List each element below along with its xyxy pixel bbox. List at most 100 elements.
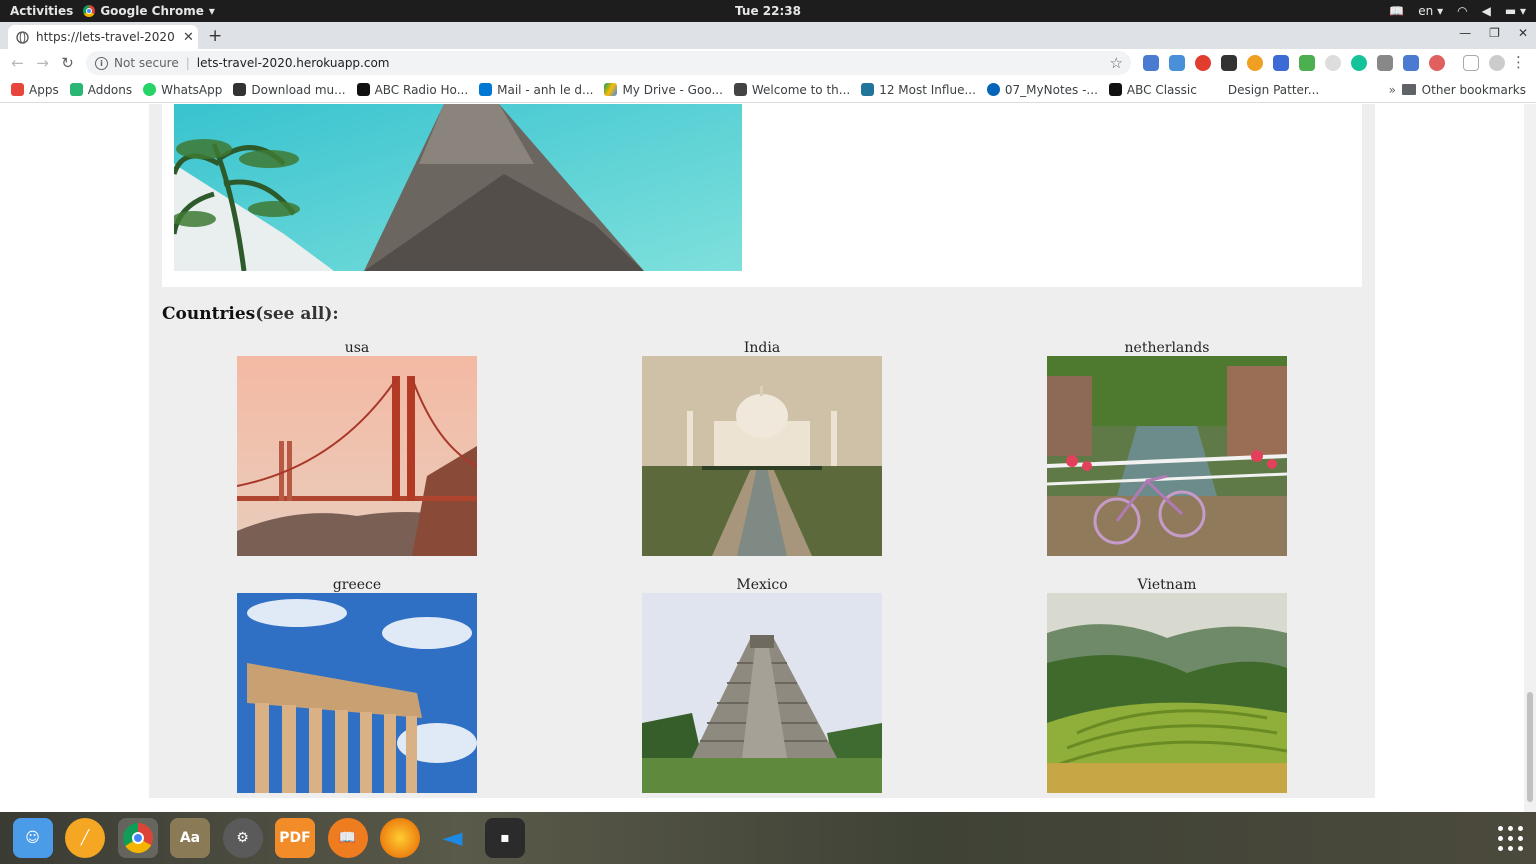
- bookmark-whatsapp[interactable]: WhatsApp: [143, 83, 222, 97]
- rice-terraces-image: [1047, 593, 1287, 793]
- country-image-mexico[interactable]: [642, 593, 882, 793]
- sublime-icon[interactable]: ╱: [65, 818, 105, 858]
- outlook-icon: [479, 83, 493, 96]
- close-window-button[interactable]: ✕: [1518, 26, 1528, 40]
- shield-icon[interactable]: [1221, 55, 1237, 71]
- activities-button[interactable]: Activities: [0, 4, 83, 18]
- wifi-icon: ◠: [1457, 4, 1468, 18]
- country-image-vietnam[interactable]: [1047, 593, 1287, 793]
- bookmark-label: Welcome to th...: [751, 82, 851, 97]
- country-card[interactable]: usa: [237, 340, 477, 556]
- finder-icon[interactable]: ☺: [12, 818, 53, 858]
- country-name[interactable]: usa: [237, 340, 477, 356]
- country-image-greece[interactable]: [237, 593, 477, 793]
- bookmark-abc-radio[interactable]: ABC Radio Ho...: [356, 83, 468, 97]
- chrome-menu-icon[interactable]: ⋮: [1511, 53, 1526, 71]
- reader-icon[interactable]: 📖: [1389, 4, 1404, 18]
- system-tray[interactable]: 📖 en ▾ ◠ ◀ ▬ ▾: [1389, 4, 1526, 18]
- extension-icon[interactable]: [1143, 55, 1159, 71]
- bookmark-design-patterns[interactable]: Design Patter...: [1228, 83, 1319, 97]
- close-tab-icon[interactable]: ✕: [183, 30, 194, 45]
- info-icon[interactable]: i: [95, 56, 108, 70]
- country-image-usa[interactable]: [237, 356, 477, 556]
- bookmark-star-icon[interactable]: ☆: [1110, 54, 1123, 72]
- settings-icon[interactable]: ⚙: [222, 818, 263, 858]
- scrollbar-thumb[interactable]: [1527, 692, 1533, 802]
- bookmark-welcome[interactable]: Welcome to th...: [733, 82, 851, 97]
- taj-mahal-image: [642, 356, 882, 556]
- country-name[interactable]: India: [642, 340, 882, 356]
- firefox-icon[interactable]: [380, 818, 420, 858]
- featured-beach-image[interactable]: [174, 104, 742, 271]
- address-bar[interactable]: i Not secure | lets-travel-2020.herokuap…: [86, 51, 1131, 75]
- translate-icon[interactable]: [1403, 55, 1419, 71]
- extension-icon[interactable]: [1247, 55, 1263, 71]
- minimize-button[interactable]: —: [1459, 26, 1471, 40]
- show-applications-icon[interactable]: [1498, 826, 1524, 852]
- tab-strip: https://lets-travel-2020.h ✕ + — ❐ ✕: [0, 22, 1536, 49]
- country-card[interactable]: netherlands: [1047, 340, 1287, 556]
- camera-icon[interactable]: [1377, 55, 1393, 71]
- extension-icon[interactable]: [1325, 55, 1341, 71]
- country-name[interactable]: Mexico: [642, 577, 882, 593]
- terminal-icon[interactable]: ▪: [485, 818, 525, 858]
- pdf-icon[interactable]: PDF: [275, 818, 315, 858]
- bookmark-12-most[interactable]: 12 Most Influe...: [861, 83, 976, 97]
- books-icon[interactable]: 📖: [327, 818, 368, 858]
- country-image-netherlands[interactable]: [1047, 356, 1287, 556]
- country-card[interactable]: greece: [237, 577, 477, 793]
- country-name[interactable]: netherlands: [1047, 340, 1287, 356]
- extension-icon[interactable]: [1299, 55, 1315, 71]
- dictionary-icon[interactable]: Aa: [170, 818, 210, 858]
- language-indicator[interactable]: en ▾: [1418, 4, 1443, 18]
- clock[interactable]: Tue 22:38: [735, 4, 801, 18]
- new-tab-button[interactable]: +: [208, 26, 222, 46]
- restore-button[interactable]: ❐: [1489, 26, 1500, 40]
- bookmark-my-drive[interactable]: My Drive - Goo...: [604, 83, 723, 97]
- bookmark-apps[interactable]: Apps: [11, 83, 59, 97]
- countries-title: Countries: [162, 304, 256, 324]
- puzzle-icon: [69, 83, 83, 96]
- browser-tab[interactable]: https://lets-travel-2020.h ✕: [8, 25, 198, 49]
- download-extension-icon[interactable]: [1169, 55, 1185, 71]
- pyramid-image: [642, 593, 882, 793]
- profile-avatar[interactable]: [1489, 55, 1505, 71]
- folder-icon: [1401, 84, 1416, 95]
- forward-button[interactable]: →: [30, 54, 55, 72]
- bookmark-download-music[interactable]: Download mu...: [233, 83, 346, 97]
- country-image-india[interactable]: [642, 356, 882, 556]
- bookmark-addons[interactable]: Addons: [69, 82, 133, 97]
- countries-heading: Countries(see all):: [162, 304, 339, 324]
- reading-list-icon[interactable]: [1463, 55, 1479, 71]
- country-card[interactable]: India: [642, 340, 882, 556]
- grammarly-icon[interactable]: [1351, 55, 1367, 71]
- bookmark-label: 07_MyNotes -...: [1004, 82, 1098, 97]
- bookmark-mynotes[interactable]: 07_MyNotes -...: [986, 82, 1098, 97]
- country-name[interactable]: greece: [237, 577, 477, 593]
- bookmarks-overflow-icon[interactable]: »: [1389, 83, 1396, 97]
- wordpress-icon: [861, 83, 875, 96]
- page-container: Countries(see all): usa India netherland…: [149, 104, 1375, 798]
- calendar-extension-icon[interactable]: [1273, 55, 1289, 71]
- chrome-icon[interactable]: [117, 818, 158, 858]
- country-card[interactable]: Vietnam: [1047, 577, 1287, 793]
- bookmark-label: Addons: [87, 82, 133, 97]
- other-bookmarks[interactable]: Other bookmarks: [1401, 83, 1526, 97]
- bookmark-label: Mail - anh le d...: [497, 82, 594, 97]
- extension-icon[interactable]: [1429, 55, 1445, 71]
- see-all-link[interactable]: (see all):: [255, 304, 338, 324]
- country-card[interactable]: Mexico: [642, 577, 882, 793]
- back-button[interactable]: ←: [5, 54, 30, 72]
- page-scrollbar[interactable]: [1524, 104, 1536, 812]
- app-menu[interactable]: Google Chrome ▾: [83, 4, 215, 18]
- bookmark-mail[interactable]: Mail - anh le d...: [479, 83, 593, 97]
- browser-toolbar: ← → ↻ i Not secure | lets-travel-2020.he…: [0, 49, 1536, 77]
- vscode-icon[interactable]: ◄: [433, 818, 473, 858]
- country-name[interactable]: Vietnam: [1047, 577, 1287, 593]
- bookmark-abc-classic[interactable]: ABC Classic: [1108, 83, 1197, 97]
- page-viewport: Countries(see all): usa India netherland…: [0, 104, 1536, 812]
- battery-icon: ▬ ▾: [1504, 4, 1526, 18]
- reload-button[interactable]: ↻: [55, 54, 80, 72]
- adblock-icon[interactable]: [1195, 55, 1211, 71]
- url-text[interactable]: lets-travel-2020.herokuapp.com: [197, 56, 390, 70]
